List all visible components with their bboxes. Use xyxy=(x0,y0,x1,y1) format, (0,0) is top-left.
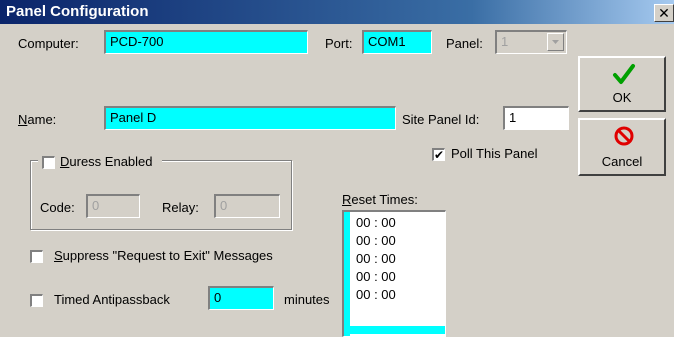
computer-field[interactable]: PCD-700 xyxy=(104,30,308,54)
port-field[interactable]: COM1 xyxy=(362,30,432,54)
timed-antipassback-checkbox[interactable] xyxy=(30,294,43,307)
cancel-button[interactable]: Cancel xyxy=(578,118,666,176)
computer-label: Computer: xyxy=(18,36,79,51)
panel-select-value: 1 xyxy=(501,34,509,49)
window-title: Panel Configuration xyxy=(6,3,149,20)
listbox-accent-bottom xyxy=(344,326,445,334)
panel-configuration-dialog: Panel Configuration ✕ Computer: PCD-700 … xyxy=(0,0,674,337)
cancel-icon xyxy=(614,126,634,146)
name-label-mnemonic: N xyxy=(18,112,28,127)
panel-select[interactable]: 1 xyxy=(495,30,567,54)
duress-group-header: Duress Enabled xyxy=(38,154,162,170)
title-bar[interactable]: Panel Configuration ✕ xyxy=(0,0,674,24)
name-label: Name: xyxy=(18,112,56,127)
reset-times-listbox[interactable]: 00 : 00 00 : 00 00 : 00 00 : 00 00 : 00 xyxy=(342,210,446,337)
suppress-label-mnemonic: S xyxy=(54,248,63,263)
duress-relay-label: Relay: xyxy=(162,200,199,215)
reset-times-label-text: eset Times: xyxy=(351,192,418,207)
reset-time-item[interactable]: 00 : 00 xyxy=(344,268,445,286)
reset-times-label: Reset Times: xyxy=(342,192,418,207)
duress-code-field[interactable]: 0 xyxy=(86,194,140,218)
reset-time-item[interactable]: 00 : 00 xyxy=(344,286,445,304)
name-label-text: ame: xyxy=(27,112,57,127)
chevron-down-icon[interactable] xyxy=(547,33,564,51)
reset-time-item[interactable]: 00 : 00 xyxy=(344,232,445,250)
name-field[interactable]: Panel D xyxy=(104,106,396,130)
poll-this-panel-label: Poll This Panel xyxy=(451,146,538,161)
suppress-request-to-exit-checkbox[interactable] xyxy=(30,250,43,263)
duress-label-text: uress Enabled xyxy=(69,154,153,169)
site-panel-id-field[interactable]: 1 xyxy=(503,106,569,130)
duress-code-label: Code: xyxy=(40,200,75,215)
site-panel-id-label: Site Panel Id: xyxy=(402,112,480,127)
timed-antipassback-label: Timed Antipassback xyxy=(54,292,170,307)
duress-enabled-label: Duress Enabled xyxy=(60,154,153,169)
duress-enabled-checkbox[interactable] xyxy=(42,156,55,169)
duress-relay-field[interactable]: 0 xyxy=(214,194,280,218)
cancel-label: Cancel xyxy=(601,154,643,169)
reset-time-item[interactable]: 00 : 00 xyxy=(344,250,445,268)
minutes-label: minutes xyxy=(284,292,330,307)
checkmark-icon xyxy=(613,64,635,84)
reset-time-item[interactable]: 00 : 00 xyxy=(344,214,445,232)
ok-label: OK xyxy=(612,90,632,105)
port-label: Port: xyxy=(325,36,353,51)
poll-this-panel-checkbox[interactable]: ✔ xyxy=(432,148,445,161)
panel-label: Panel: xyxy=(446,36,483,51)
reset-times-label-mnemonic: R xyxy=(342,192,352,207)
suppress-label-text: uppress "Request to Exit" Messages xyxy=(62,248,273,263)
antipassback-minutes-field[interactable]: 0 xyxy=(208,286,274,310)
close-icon[interactable]: ✕ xyxy=(654,4,674,22)
ok-button[interactable]: OK xyxy=(578,56,666,112)
duress-label-mnemonic: D xyxy=(60,154,70,169)
suppress-request-to-exit-label: Suppress "Request to Exit" Messages xyxy=(54,248,273,263)
